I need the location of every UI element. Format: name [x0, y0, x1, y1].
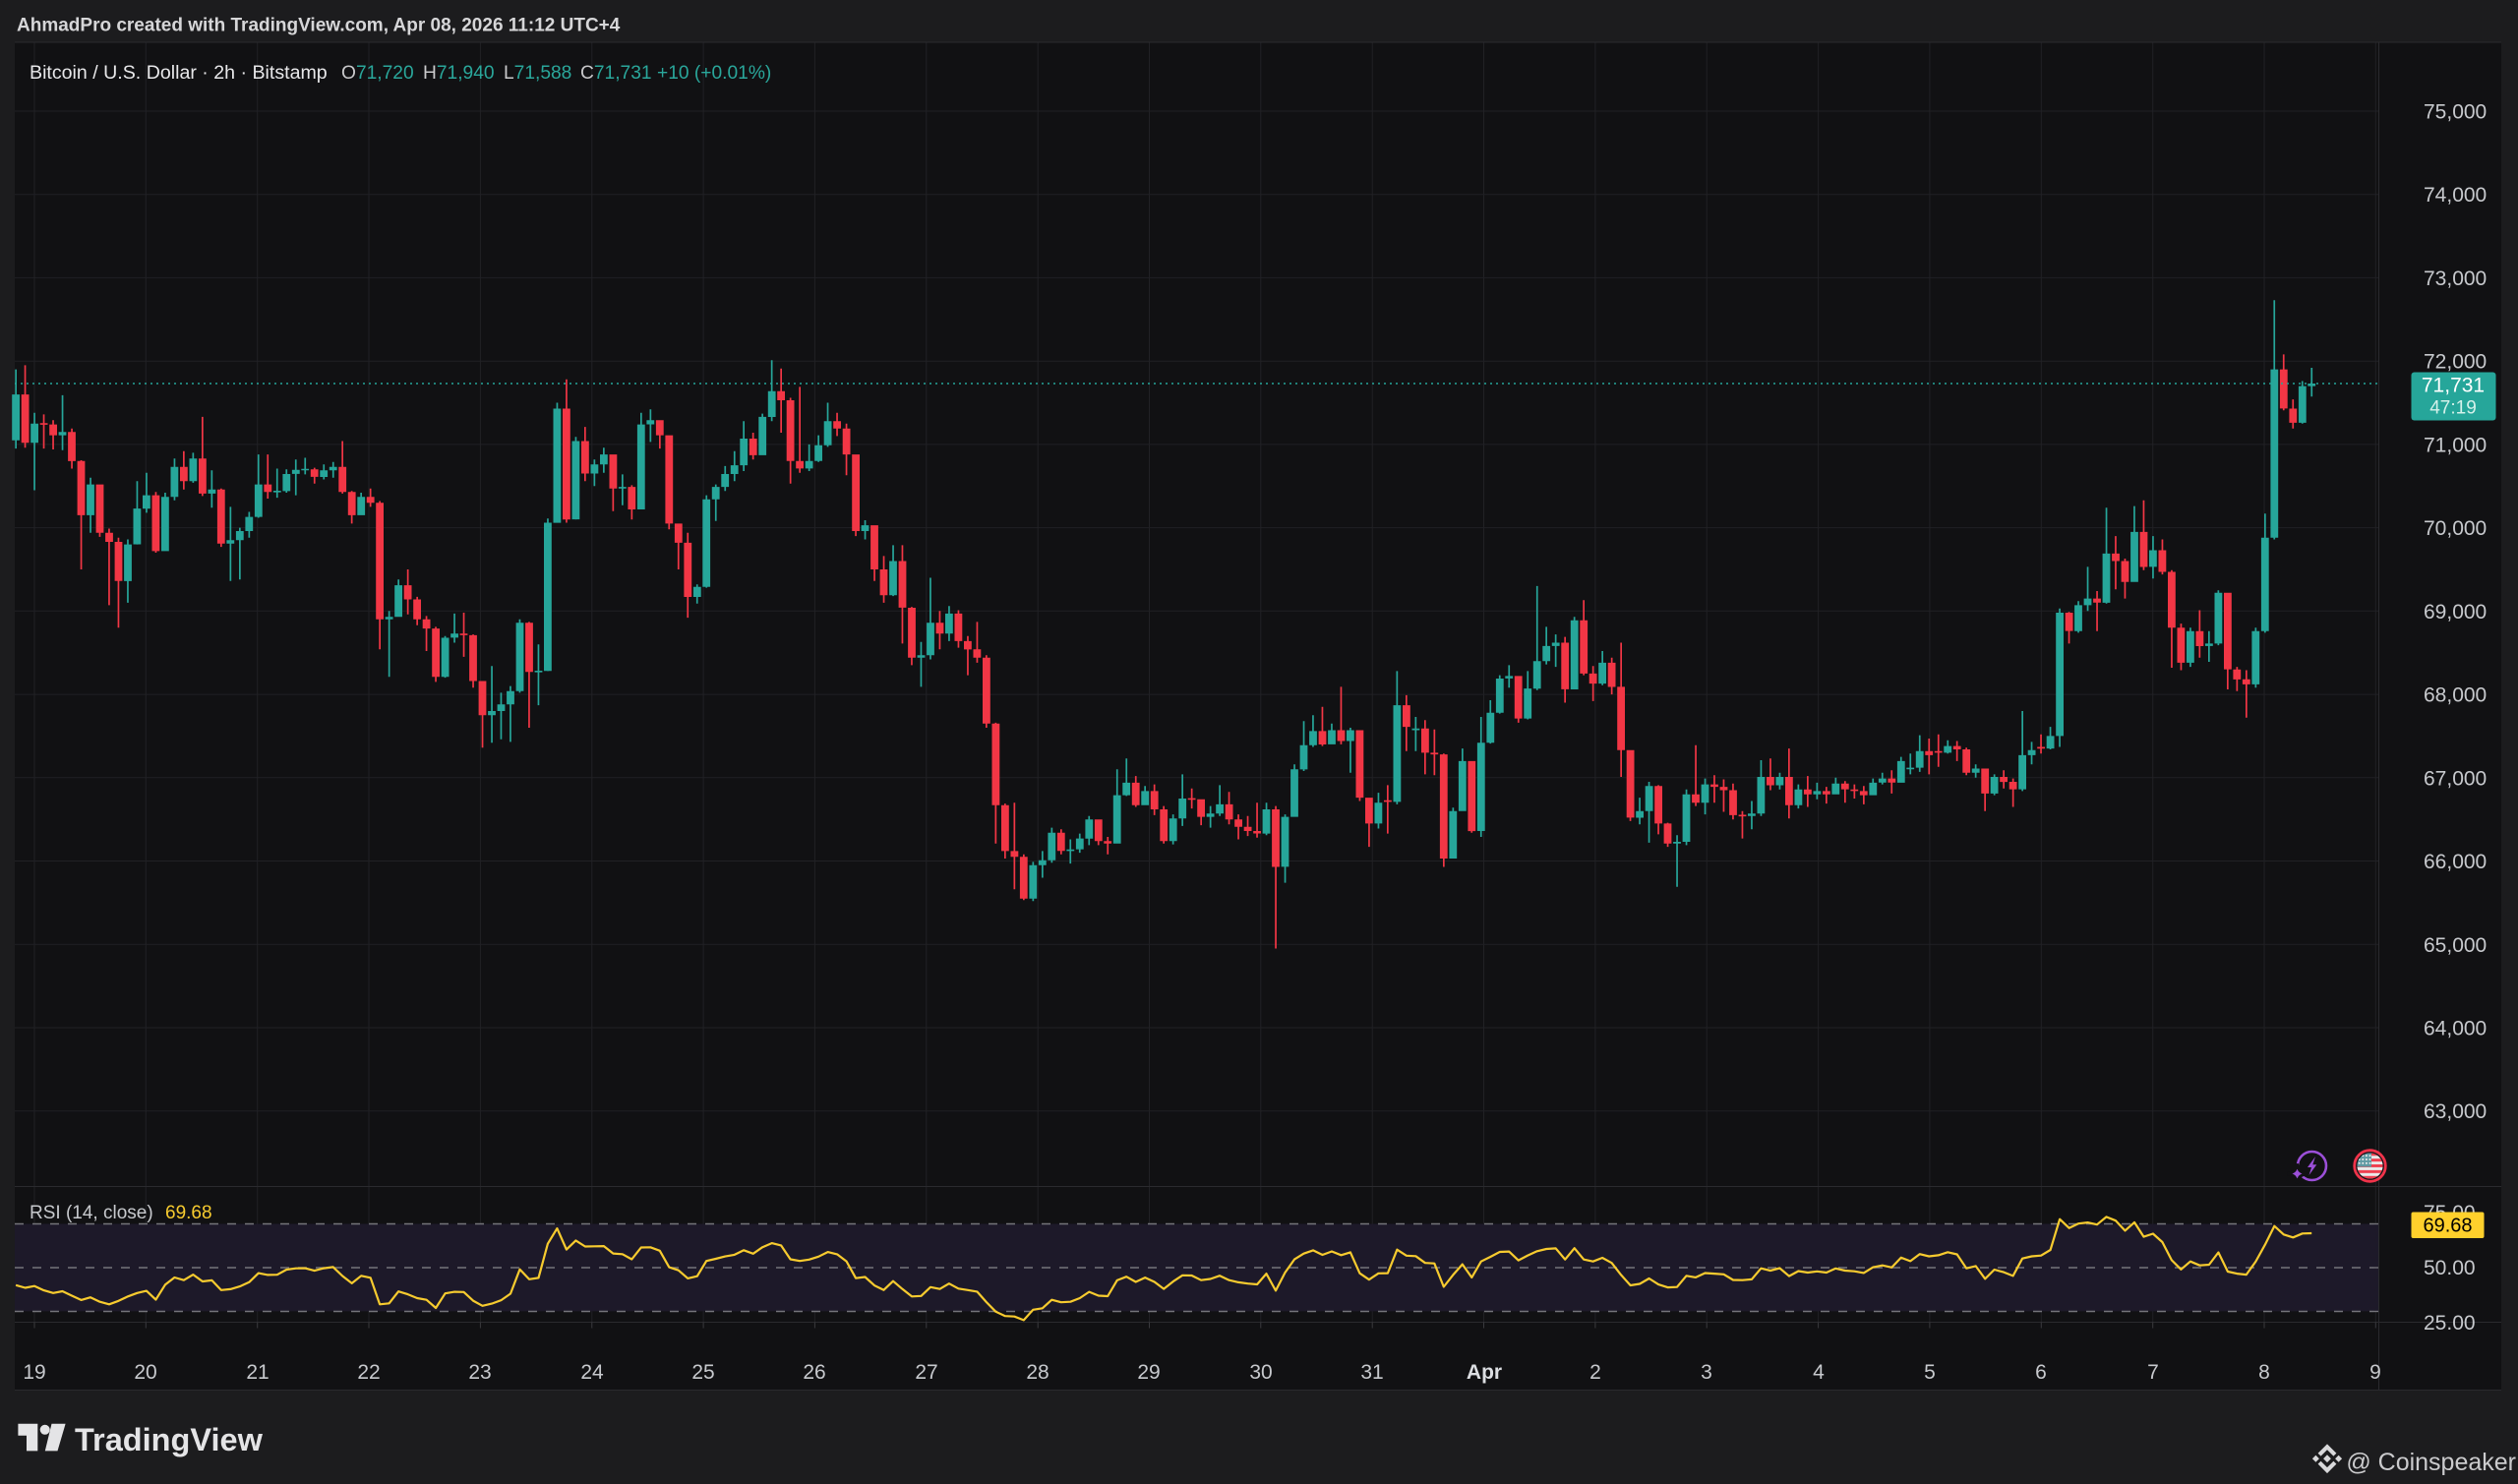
svg-text:21: 21 — [246, 1361, 269, 1384]
svg-text:47:19: 47:19 — [2429, 398, 2477, 419]
svg-text:3: 3 — [1701, 1361, 1712, 1384]
svg-text:64,000: 64,000 — [2424, 1018, 2487, 1040]
svg-text:72,000: 72,000 — [2424, 351, 2487, 374]
svg-text:73,000: 73,000 — [2424, 267, 2487, 290]
svg-text:63,000: 63,000 — [2424, 1100, 2487, 1123]
svg-text:H71,940: H71,940 — [423, 63, 495, 84]
svg-text:4: 4 — [1813, 1361, 1825, 1384]
svg-text:20: 20 — [134, 1361, 156, 1384]
svg-text:Apr: Apr — [1467, 1361, 1502, 1384]
svg-text:+10 (+0.01%): +10 (+0.01%) — [657, 63, 771, 84]
svg-text:75,000: 75,000 — [2424, 101, 2487, 124]
svg-text:74,000: 74,000 — [2424, 184, 2487, 207]
svg-text:65,000: 65,000 — [2424, 934, 2487, 957]
svg-text:30: 30 — [1249, 1361, 1272, 1384]
svg-text:9: 9 — [2369, 1361, 2381, 1384]
svg-text:7: 7 — [2147, 1361, 2159, 1384]
svg-text:29: 29 — [1137, 1361, 1160, 1384]
svg-text:31: 31 — [1360, 1361, 1383, 1384]
svg-text:50.00: 50.00 — [2424, 1257, 2476, 1279]
svg-text:24: 24 — [580, 1361, 604, 1384]
svg-text:RSI (14, close): RSI (14, close) — [30, 1203, 153, 1223]
svg-text:19: 19 — [23, 1361, 45, 1384]
svg-text:71,000: 71,000 — [2424, 434, 2487, 456]
svg-text:TradingView: TradingView — [75, 1422, 264, 1457]
svg-text:8: 8 — [2258, 1361, 2270, 1384]
svg-text:Bitcoin / U.S. Dollar · 2h · B: Bitcoin / U.S. Dollar · 2h · Bitstamp — [30, 62, 328, 84]
svg-text:69,000: 69,000 — [2424, 601, 2487, 623]
svg-text:AhmadPro created with TradingV: AhmadPro created with TradingView.com, A… — [17, 16, 621, 36]
svg-text:67,000: 67,000 — [2424, 767, 2487, 790]
svg-text:69.68: 69.68 — [165, 1203, 212, 1223]
svg-text:25: 25 — [691, 1361, 714, 1384]
svg-text:@ Coinspeaker: @ Coinspeaker — [2346, 1449, 2516, 1476]
svg-text:66,000: 66,000 — [2424, 851, 2487, 873]
svg-text:27: 27 — [915, 1361, 937, 1384]
svg-text:C71,731: C71,731 — [580, 63, 652, 84]
svg-text:L71,588: L71,588 — [504, 63, 571, 84]
svg-text:25.00: 25.00 — [2424, 1312, 2476, 1335]
svg-text:69.68: 69.68 — [2423, 1216, 2472, 1237]
svg-text:6: 6 — [2035, 1361, 2047, 1384]
svg-text:5: 5 — [1924, 1361, 1936, 1384]
svg-text:71,731: 71,731 — [2422, 375, 2485, 397]
svg-text:28: 28 — [1026, 1361, 1049, 1384]
svg-text:70,000: 70,000 — [2424, 517, 2487, 540]
svg-text:26: 26 — [803, 1361, 825, 1384]
svg-text:2: 2 — [1589, 1361, 1601, 1384]
svg-text:22: 22 — [357, 1361, 380, 1384]
svg-text:68,000: 68,000 — [2424, 684, 2487, 707]
svg-text:O71,720: O71,720 — [341, 63, 414, 84]
svg-text:23: 23 — [468, 1361, 491, 1384]
